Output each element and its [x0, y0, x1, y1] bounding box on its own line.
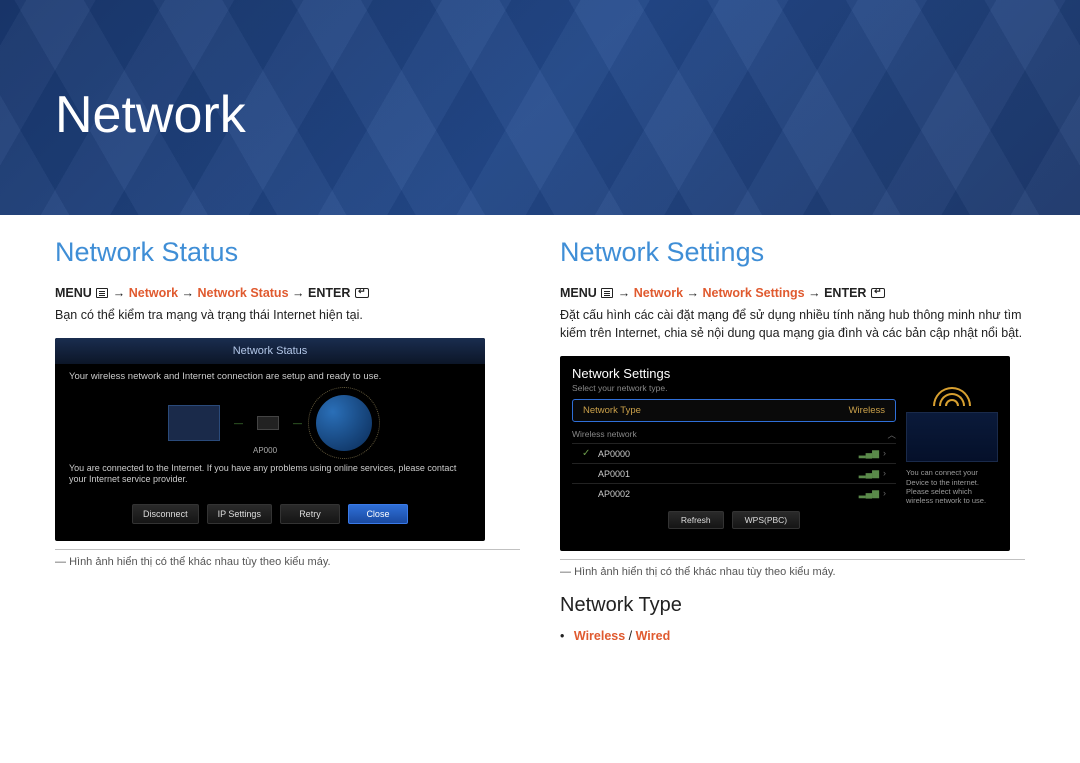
wifi-item[interactable]: ✓AP0000 ▂▄▆›: [572, 443, 896, 463]
section-desc: Bạn có thể kiểm tra mạng và trạng thái I…: [55, 306, 520, 324]
breadcrumb: MENU → Network → Network Status → ENTER: [55, 286, 520, 300]
option-wireless: Wireless: [574, 629, 625, 643]
signal-icon: ▂▄▆: [859, 468, 879, 478]
tv-icon: [168, 405, 220, 441]
disconnect-button[interactable]: Disconnect: [132, 504, 199, 524]
shot-left-pane: Network Settings Select your network typ…: [572, 366, 896, 541]
content-columns: Network Status MENU → Network → Network …: [0, 215, 1080, 643]
section-desc: Đặt cấu hình các cài đặt mạng để sử dụng…: [560, 306, 1025, 342]
chapter-title: Network: [55, 85, 246, 145]
preview-box: [906, 412, 998, 462]
check-icon: ✓: [582, 448, 592, 459]
breadcrumb-network: Network: [129, 286, 178, 300]
shot-title: Network Status: [55, 338, 485, 364]
divider: [560, 559, 1025, 560]
divider: [55, 549, 520, 550]
network-settings-screenshot: Network Settings Select your network typ…: [560, 356, 1010, 551]
refresh-button[interactable]: Refresh: [668, 511, 724, 529]
router-icon: [257, 416, 279, 430]
breadcrumb-page: Network Status: [198, 286, 289, 300]
column-network-settings: Network Settings MENU → Network → Networ…: [560, 237, 1025, 643]
wireless-section-label: Wireless network ︿: [572, 426, 896, 443]
chapter-banner: Network: [0, 0, 1080, 215]
network-type-options: • Wireless / Wired: [560, 629, 1025, 643]
signal-icon: ▂▄▆: [859, 488, 879, 498]
breadcrumb-enter: ENTER: [824, 286, 866, 300]
retry-button[interactable]: Retry: [280, 504, 340, 524]
shot-button-row: Disconnect IP Settings Retry Close: [55, 496, 485, 534]
chevron-right-icon: ›: [883, 448, 886, 458]
subsection-heading: Network Type: [560, 594, 1025, 617]
shot-right-pane: You can connect your Device to the inter…: [906, 366, 998, 541]
shot-subtitle: Select your network type.: [572, 383, 896, 393]
nt-label: Network Type: [583, 405, 641, 416]
menu-icon: [601, 288, 613, 298]
close-button[interactable]: Close: [348, 504, 408, 524]
shot-msg-connected: You are connected to the Internet. If yo…: [55, 459, 485, 496]
breadcrumb: MENU → Network → Network Settings → ENTE…: [560, 286, 1025, 300]
column-network-status: Network Status MENU → Network → Network …: [55, 237, 520, 643]
breadcrumb-menu: MENU: [55, 286, 92, 300]
option-wired: Wired: [636, 629, 671, 643]
chevron-right-icon: ›: [883, 488, 886, 498]
image-caption: Hình ảnh hiển thị có thể khác nhau tùy t…: [55, 556, 520, 568]
network-type-row[interactable]: Network Type Wireless: [572, 399, 896, 422]
shot-title: Network Settings: [572, 366, 896, 381]
breadcrumb-menu: MENU: [560, 286, 597, 300]
wifi-large-icon: [906, 366, 998, 406]
ap-label: AP000: [253, 446, 277, 455]
breadcrumb-enter: ENTER: [308, 286, 350, 300]
enter-icon: [355, 288, 369, 298]
wifi-item[interactable]: AP0002 ▂▄▆›: [572, 483, 896, 503]
nt-value: Wireless: [849, 405, 885, 416]
breadcrumb-page: Network Settings: [703, 286, 805, 300]
ip-settings-button[interactable]: IP Settings: [207, 504, 272, 524]
menu-icon: [96, 288, 108, 298]
globe-icon: [316, 395, 372, 451]
section-heading: Network Status: [55, 237, 520, 268]
chevron-right-icon: ›: [883, 468, 886, 478]
shot-button-row: Refresh WPS(PBC): [572, 511, 896, 529]
wps-button[interactable]: WPS(PBC): [732, 511, 801, 529]
signal-icon: ▂▄▆: [859, 448, 879, 458]
image-caption: Hình ảnh hiển thị có thể khác nhau tùy t…: [560, 566, 1025, 578]
section-heading: Network Settings: [560, 237, 1025, 268]
breadcrumb-network: Network: [634, 286, 683, 300]
network-status-screenshot: Network Status Your wireless network and…: [55, 338, 485, 541]
enter-icon: [871, 288, 885, 298]
help-text: You can connect your Device to the inter…: [906, 468, 998, 506]
shot-msg-ready: Your wireless network and Internet conne…: [55, 364, 485, 389]
chevron-up-icon[interactable]: ︿: [887, 429, 896, 441]
wifi-item[interactable]: AP0001 ▂▄▆›: [572, 463, 896, 483]
